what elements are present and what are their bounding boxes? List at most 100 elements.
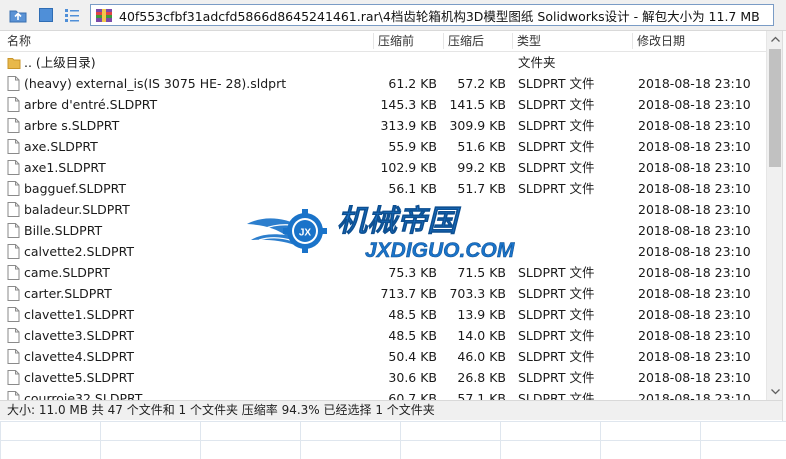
status-bar: 大小: 11.0 MB 共 47 个文件和 1 个文件夹 压缩率 94.3% 已… — [0, 400, 782, 420]
file-icon — [7, 328, 20, 343]
file-date: 2018-08-18 23:10 — [638, 118, 751, 133]
file-size: 50.4 KB — [388, 349, 437, 364]
file-icon — [7, 244, 20, 259]
file-packed-size: 703.3 KB — [449, 286, 506, 301]
column-divider[interactable] — [512, 33, 513, 49]
file-date: 2018-08-18 23:10 — [638, 307, 751, 322]
file-name: arbre s.SLDPRT — [24, 118, 120, 133]
file-packed-size: 71.5 KB — [457, 265, 506, 280]
file-date: 2018-08-18 23:10 — [638, 181, 751, 196]
file-list: .. (上级目录) 文件夹 (heavy) external_is(IS 3075 … — [0, 52, 766, 400]
table-row[interactable]: arbre d'entré.SLDPRT 145.3 KB 141.5 KB SLDP… — [0, 94, 766, 115]
file-name: clavette3.SLDPRT — [24, 328, 134, 343]
file-icon — [7, 286, 20, 301]
table-row[interactable]: clavette5.SLDPRT 30.6 KB 26.8 KB SLDPRT 文件 2… — [0, 367, 766, 388]
table-row[interactable]: (heavy) external_is(IS 3075 HE- 28).sldp… — [0, 73, 766, 94]
column-divider[interactable] — [632, 33, 633, 49]
file-date: 2018-08-18 23:10 — [638, 349, 751, 364]
file-packed-size: 13.9 KB — [457, 307, 506, 322]
table-row[interactable]: clavette3.SLDPRT 48.5 KB 14.0 KB SLDPRT 文件 2… — [0, 325, 766, 346]
column-packed[interactable]: 压缩后 — [448, 31, 484, 51]
file-date: 2018-08-18 23:10 — [638, 286, 751, 301]
table-row[interactable]: clavette4.SLDPRT 50.4 KB 46.0 KB SLDPRT 文件 2… — [0, 346, 766, 367]
table-row[interactable]: clavette1.SLDPRT 48.5 KB 13.9 KB SLDPRT 文件 2… — [0, 304, 766, 325]
path-field[interactable]: 40f553cfbf31adcfd5866d8645241461.rar\4档齿… — [90, 4, 774, 26]
table-row[interactable]: axe1.SLDPRT 102.9 KB 99.2 KB SLDPRT 文件 2018-… — [0, 157, 766, 178]
table-row[interactable]: carter.SLDPRT 713.7 KB 703.3 KB SLDPRT 文件 20… — [0, 283, 766, 304]
file-name: .. (上级目录) — [24, 55, 96, 70]
vertical-scrollbar[interactable] — [766, 31, 783, 400]
file-size: 48.5 KB — [388, 307, 437, 322]
file-packed-size: 141.5 KB — [449, 97, 506, 112]
file-type: SLDPRT 文件 — [518, 286, 595, 301]
window-edge — [782, 31, 786, 421]
file-type: SLDPRT 文件 — [518, 370, 595, 385]
column-size[interactable]: 压缩前 — [378, 31, 414, 51]
file-packed-size: 57.1 KB — [457, 391, 506, 400]
file-size: 145.3 KB — [380, 97, 437, 112]
table-row[interactable]: courroie32.SLDPRT 60.7 KB 57.1 KB SLDPRT 文件… — [0, 388, 766, 400]
file-size: 30.6 KB — [388, 370, 437, 385]
file-name: (heavy) external_is(IS 3075 HE- 28).sldp… — [24, 76, 287, 91]
file-icon — [7, 202, 20, 217]
file-date: 2018-08-18 23:10 — [638, 97, 751, 112]
column-divider[interactable] — [373, 33, 374, 49]
file-date: 2018-08-18 23:10 — [638, 265, 751, 280]
file-date: 2018-08-18 23:10 — [638, 223, 751, 238]
background-sheet — [0, 421, 786, 459]
view-large-icon[interactable] — [36, 5, 56, 25]
file-name: baladeur.SLDPRT — [24, 202, 130, 217]
column-name[interactable]: 名称 — [7, 31, 31, 51]
table-row[interactable]: Bille.SLDPRT 2018-08-18 23:10 — [0, 220, 766, 241]
archive-path: 40f553cfbf31adcfd5866d8645241461.rar\4档齿… — [119, 8, 760, 24]
file-size: 56.1 KB — [388, 181, 437, 196]
file-type: SLDPRT 文件 — [518, 181, 595, 196]
file-name: calvette2.SLDPRT — [24, 244, 134, 259]
file-name: came.SLDPRT — [24, 265, 110, 280]
file-name: courroie32.SLDPRT — [24, 391, 143, 400]
file-icon — [7, 307, 20, 322]
file-name: axe1.SLDPRT — [24, 160, 106, 175]
file-date: 2018-08-18 23:10 — [638, 160, 751, 175]
folder-up-icon[interactable] — [8, 5, 28, 25]
file-icon — [7, 391, 20, 400]
table-row[interactable]: axe.SLDPRT 55.9 KB 51.6 KB SLDPRT 文件 2018-08… — [0, 136, 766, 157]
file-name: axe.SLDPRT — [24, 139, 98, 154]
file-icon — [7, 265, 20, 280]
column-date[interactable]: 修改日期 — [637, 31, 685, 51]
file-type: SLDPRT 文件 — [518, 307, 595, 322]
scroll-down-icon[interactable] — [767, 384, 783, 400]
file-icon — [7, 160, 20, 175]
file-packed-size: 51.6 KB — [457, 139, 506, 154]
file-date: 2018-08-18 23:10 — [638, 139, 751, 154]
file-packed-size: 26.8 KB — [457, 370, 506, 385]
table-row[interactable]: .. (上级目录) 文件夹 — [0, 52, 766, 73]
file-type: SLDPRT 文件 — [518, 97, 595, 112]
file-date: 2018-08-18 23:10 — [638, 328, 751, 343]
scroll-thumb[interactable] — [769, 49, 781, 167]
column-header: 名称 压缩前 压缩后 类型 修改日期 — [0, 31, 766, 52]
table-row[interactable]: baladeur.SLDPRT 2018-08-18 23:10 — [0, 199, 766, 220]
file-icon — [7, 118, 20, 133]
view-list-icon[interactable] — [62, 5, 82, 25]
file-size: 48.5 KB — [388, 328, 437, 343]
table-row[interactable]: bagguef.SLDPRT 56.1 KB 51.7 KB SLDPRT 文件 201… — [0, 178, 766, 199]
column-type[interactable]: 类型 — [517, 31, 541, 51]
file-name: clavette1.SLDPRT — [24, 307, 134, 322]
file-size: 75.3 KB — [388, 265, 437, 280]
file-size: 60.7 KB — [388, 391, 437, 400]
scroll-up-icon[interactable] — [767, 31, 783, 47]
file-type: SLDPRT 文件 — [518, 139, 595, 154]
file-type: SLDPRT 文件 — [518, 349, 595, 364]
column-divider[interactable] — [443, 33, 444, 49]
table-row[interactable]: arbre s.SLDPRT 313.9 KB 309.9 KB SLDPRT 文件 2… — [0, 115, 766, 136]
file-size: 313.9 KB — [380, 118, 437, 133]
file-name: clavette4.SLDPRT — [24, 349, 134, 364]
file-icon — [7, 370, 20, 385]
table-row[interactable]: calvette2.SLDPRT 2018-08-18 23:10 — [0, 241, 766, 262]
file-size: 55.9 KB — [388, 139, 437, 154]
file-size: 713.7 KB — [380, 286, 437, 301]
file-packed-size: 51.7 KB — [457, 181, 506, 196]
table-row[interactable]: came.SLDPRT 75.3 KB 71.5 KB SLDPRT 文件 2018-0… — [0, 262, 766, 283]
file-icon — [7, 223, 20, 238]
